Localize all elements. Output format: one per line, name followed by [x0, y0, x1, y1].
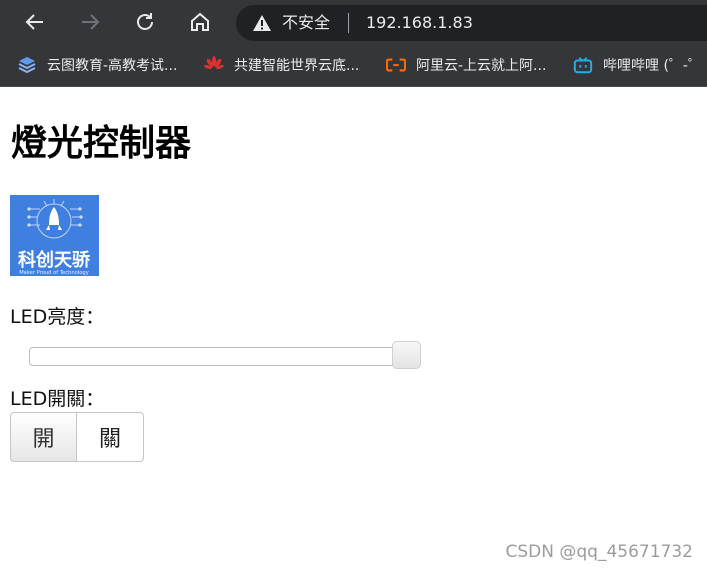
bookmark-item[interactable]: 阿里云-上云就上阿... — [386, 54, 560, 76]
bookmark-label: 共建智能世界云底... — [234, 58, 360, 74]
switch-label: LED開關： — [10, 388, 105, 410]
url-text[interactable]: 192.168.1.83 — [366, 13, 473, 33]
bookmark-item[interactable]: 共建智能世界云底... — [204, 54, 374, 76]
security-status[interactable]: 不安全 — [282, 13, 330, 33]
cloud-stack-icon — [17, 55, 37, 75]
led-on-button[interactable]: 開 — [10, 412, 77, 462]
home-icon[interactable] — [184, 6, 216, 38]
bookmark-label: 哔哩哔哩 (゜-゜ — [603, 58, 702, 74]
brightness-slider-track[interactable] — [29, 347, 400, 366]
back-icon[interactable] — [19, 6, 51, 38]
bookmark-item[interactable]: 哔哩哔哩 (゜-゜ — [573, 54, 707, 76]
page-title: 燈光控制器 — [11, 123, 192, 164]
brightness-slider-handle[interactable] — [392, 341, 421, 369]
address-bar[interactable]: 不安全 192.168.1.83 — [236, 5, 707, 41]
bookmark-item[interactable]: 云图教育-高教考试... — [17, 54, 193, 76]
address-divider — [348, 13, 349, 33]
browser-toolbar: 不安全 192.168.1.83 — [0, 0, 707, 44]
csdn-watermark: CSDN @qq_45671732 — [505, 542, 693, 562]
logo-image: 科创天骄 Maker Proud of Technology — [10, 195, 99, 276]
bilibili-icon — [573, 55, 593, 75]
bookmark-label: 阿里云-上云就上阿... — [416, 58, 547, 74]
aliyun-icon — [386, 55, 406, 75]
bookmark-label: 云图教育-高教考试... — [47, 58, 178, 74]
svg-text:科创天骄: 科创天骄 — [18, 249, 91, 271]
page-content: 燈光控制器 科创天骄 Maker Proud of Technology LED… — [0, 88, 707, 573]
reload-icon[interactable] — [129, 6, 161, 38]
led-switch-group: 開 關 — [10, 412, 144, 462]
svg-text:Maker Proud of Technology: Maker Proud of Technology — [19, 270, 89, 276]
forward-icon[interactable] — [74, 6, 106, 38]
brightness-label: LED亮度： — [10, 306, 105, 328]
led-off-button[interactable]: 關 — [77, 412, 144, 462]
huawei-icon — [204, 55, 224, 75]
warning-icon[interactable] — [252, 14, 272, 36]
bookmarks-bar: 云图教育-高教考试... 共建智能世界云底... 阿里云-上云就上阿... 哔哩… — [0, 44, 707, 87]
